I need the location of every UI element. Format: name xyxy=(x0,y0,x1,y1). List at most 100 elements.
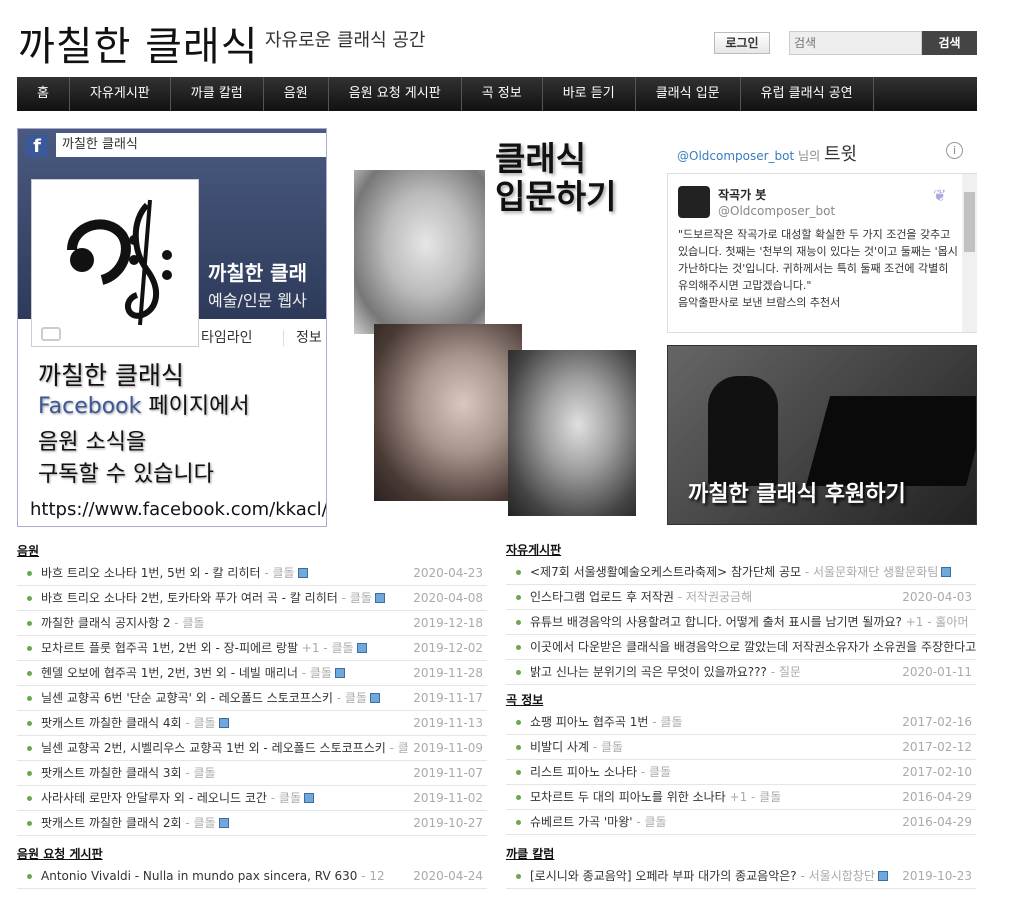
info-icon[interactable]: i xyxy=(946,142,963,159)
nav-column[interactable]: 까클 칼럼 xyxy=(171,77,264,111)
nav-home[interactable]: 홈 xyxy=(17,77,70,111)
list-item-title-text[interactable]: Antonio Vivaldi - Nulla in mundo pax sin… xyxy=(41,869,357,883)
list-item-title[interactable]: 비발디 사계 - 클돌 xyxy=(530,735,623,759)
list-item-title[interactable]: <제7회 서울생활예술오케스트라축제> 참가단체 공모 - 서울문화재단 생활문… xyxy=(530,560,952,584)
list-item-title[interactable]: 까칠한 클래식 공지사항 2 - 클돌 xyxy=(41,611,205,635)
list-item-title[interactable]: 헨델 오보에 협주곡 1번, 2번, 3번 외 - 네빌 매리너 - 클돌 xyxy=(41,661,345,685)
list-item[interactable]: Antonio Vivaldi - Nulla in mundo pax sin… xyxy=(17,864,487,889)
list-item-title[interactable]: 닐센 교향곡 6번 '단순 교향곡' 외 - 레오폴드 스토코프스키 - 클돌 xyxy=(41,686,381,710)
nav-piece-info[interactable]: 곡 정보 xyxy=(462,77,543,111)
list-item-title[interactable]: 리스트 피아노 소나타 - 클돌 xyxy=(530,760,671,784)
list-item[interactable]: 팟캐스트 까칠한 클래식 2회 - 클돌 2019-10-27 xyxy=(17,811,487,836)
list-item-title-text[interactable]: 모차르트 플룻 협주곡 1번, 2번 외 - 장-피에르 랑팔 xyxy=(41,641,298,655)
sponsor-banner[interactable]: 까칠한 클래식 후원하기 xyxy=(667,345,977,525)
list-item[interactable]: 모차르트 두 대의 피아노를 위한 소나타 +1 - 클돌 2016-04-29 xyxy=(506,785,976,810)
tweet-scrollbar-thumb[interactable] xyxy=(964,192,975,252)
list-item-title[interactable]: 유튜브 배경음악의 사용할려고 합니다. 어떻게 출처 표시를 남기면 될까요?… xyxy=(530,610,969,634)
nav-listen[interactable]: 바로 듣기 xyxy=(543,77,636,111)
list-item[interactable]: 밝고 신나는 분위기의 곡은 무엇이 있을까요??? - 질문 2020-01-1… xyxy=(506,660,976,685)
list-item-title-text[interactable]: 팟캐스트 까칠한 클래식 4회 xyxy=(41,716,182,730)
tweet-author-handle[interactable]: @Oldcomposer_bot xyxy=(718,204,835,218)
login-button[interactable]: 로그인 xyxy=(714,32,770,54)
tweet-author-name[interactable]: 작곡가 봇 xyxy=(718,186,766,203)
list-item-title-text[interactable]: 닐센 교향곡 2번, 시벨리우스 교향곡 1번 외 - 레오폴드 스토코프스키 xyxy=(41,741,386,755)
nav-free-board[interactable]: 자유게시판 xyxy=(70,77,171,111)
list-item-title[interactable]: Antonio Vivaldi - Nulla in mundo pax sin… xyxy=(41,864,385,888)
list-item-title-text[interactable]: 닐센 교향곡 6번 '단순 교향곡' 외 - 레오폴드 스토코프스키 xyxy=(41,691,333,705)
list-item[interactable]: 헨델 오보에 협주곡 1번, 2번, 3번 외 - 네빌 매리너 - 클돌 201… xyxy=(17,661,487,686)
section-title[interactable]: 까클 칼럼 xyxy=(506,844,976,864)
list-item-title[interactable]: 모차르트 두 대의 피아노를 위한 소나타 +1 - 클돌 xyxy=(530,785,781,809)
list-item[interactable]: [로시니와 종교음악] 오페라 부파 대가의 종교음악은? - 서울시합창단 20… xyxy=(506,864,976,889)
list-item[interactable]: 인스타그램 업로드 후 저작권 - 저작권궁금해 2020-04-03 xyxy=(506,585,976,610)
list-item[interactable]: 바흐 트리오 소나타 2번, 토카타와 푸가 여러 곡 - 칼 리히터 - 클돌… xyxy=(17,586,487,611)
list-item[interactable]: 바흐 트리오 소나타 1번, 5번 외 - 칼 리히터 - 클돌 2020-04-… xyxy=(17,561,487,586)
search-input[interactable] xyxy=(789,31,922,55)
twitter-handle-link[interactable]: @Oldcomposer_bot xyxy=(677,149,794,163)
list-item-title[interactable]: 닐센 교향곡 2번, 시벨리우스 교향곡 1번 외 - 레오폴드 스토코프스키 … xyxy=(41,736,433,760)
list-item-title-text[interactable]: 밝고 신나는 분위기의 곡은 무엇이 있을까요??? xyxy=(530,665,767,679)
list-item[interactable]: 닐센 교향곡 2번, 시벨리우스 교향곡 1번 외 - 레오폴드 스토코프스키 … xyxy=(17,736,487,761)
list-item[interactable]: 쇼팽 피아노 협주곡 1번 - 클돌 2017-02-16 xyxy=(506,710,976,735)
nav-europe-concerts[interactable]: 유럽 클래식 공연 xyxy=(741,77,874,111)
list-item-title[interactable]: 이곳에서 다운받은 클래식을 배경음악으로 깔았는데 저작권소유자가 소유권을 … xyxy=(530,635,976,659)
list-item[interactable]: 팟캐스트 까칠한 클래식 4회 - 클돌 2019-11-13 xyxy=(17,711,487,736)
list-item-title-text[interactable]: 인스타그램 업로드 후 저작권 xyxy=(530,590,674,604)
list-item-title-text[interactable]: 사라사테 로만자 안달루자 외 - 레오니드 코간 xyxy=(41,791,267,805)
list-item-title-text[interactable]: 이곳에서 다운받은 클래식을 배경음악으로 깔았는데 저작권소유자가 소유권을 … xyxy=(530,640,976,654)
list-item-title-text[interactable]: <제7회 서울생활예술오케스트라축제> 참가단체 공모 xyxy=(530,565,801,579)
section-title[interactable]: 자유게시판 xyxy=(506,540,976,560)
list-item-title-text[interactable]: 바흐 트리오 소나타 2번, 토카타와 푸가 여러 곡 - 칼 리히터 xyxy=(41,591,338,605)
list-item[interactable]: 닐센 교향곡 6번 '단순 교향곡' 외 - 레오폴드 스토코프스키 - 클돌 2… xyxy=(17,686,487,711)
section-title[interactable]: 곡 정보 xyxy=(506,690,976,710)
list-item-title[interactable]: 바흐 트리오 소나타 2번, 토카타와 푸가 여러 곡 - 칼 리히터 - 클돌 xyxy=(41,586,385,610)
twitter-avatar[interactable] xyxy=(678,186,710,218)
list-item-title[interactable]: 팟캐스트 까칠한 클래식 2회 - 클돌 xyxy=(41,811,229,835)
list-item-title-text[interactable]: 팟캐스트 까칠한 클래식 3회 xyxy=(41,766,182,780)
classic-intro-title[interactable]: 클래식 입문하기 xyxy=(495,140,616,216)
list-item-title-text[interactable]: 모차르트 두 대의 피아노를 위한 소나타 xyxy=(530,790,726,804)
list-item-title-text[interactable]: 쇼팽 피아노 협주곡 1번 xyxy=(530,715,648,729)
search-button[interactable]: 검색 xyxy=(922,31,977,55)
list-item-title-text[interactable]: 리스트 피아노 소나타 xyxy=(530,765,637,779)
list-item-title-text[interactable]: 바흐 트리오 소나타 1번, 5번 외 - 칼 리히터 xyxy=(41,566,261,580)
list-item[interactable]: 비발디 사계 - 클돌 2017-02-12 xyxy=(506,735,976,760)
list-item[interactable]: 슈베르트 가곡 '마왕' - 클돌 2016-04-29 xyxy=(506,810,976,835)
list-item-title[interactable]: 바흐 트리오 소나타 1번, 5번 외 - 칼 리히터 - 클돌 xyxy=(41,561,308,585)
list-item-title-text[interactable]: [로시니와 종교음악] 오페라 부파 대가의 종교음악은? xyxy=(530,869,797,883)
list-item-title-text[interactable]: 까칠한 클래식 공지사항 2 xyxy=(41,616,170,630)
twitter-bird-icon[interactable]: ❦ xyxy=(933,186,946,205)
nav-request-board[interactable]: 음원 요청 게시판 xyxy=(329,77,462,111)
facebook-banner[interactable]: f 까칠한 클래식 까칠한 클래 예술/인문 웹사 타임라인 정보 까칠한 클래… xyxy=(17,128,327,527)
list-item[interactable]: 팟캐스트 까칠한 클래식 3회 - 클돌 2019-11-07 xyxy=(17,761,487,786)
list-item-title[interactable]: 밝고 신나는 분위기의 곡은 무엇이 있을까요??? - 질문 xyxy=(530,660,801,684)
composer-photo-conductor[interactable] xyxy=(374,324,522,501)
list-item-title[interactable]: 인스타그램 업로드 후 저작권 - 저작권궁금해 xyxy=(530,585,752,609)
list-item[interactable]: 사라사테 로만자 안달루자 외 - 레오니드 코간 - 클돌 2019-11-02 xyxy=(17,786,487,811)
section-title[interactable]: 음원 요청 게시판 xyxy=(17,844,487,864)
list-item[interactable]: <제7회 서울생활예술오케스트라축제> 참가단체 공모 - 서울문화재단 생활문… xyxy=(506,560,976,585)
nav-music[interactable]: 음원 xyxy=(264,77,329,111)
facebook-url[interactable]: https://www.facebook.com/kkacl/ xyxy=(30,499,326,520)
nav-classic-intro[interactable]: 클래식 입문 xyxy=(636,77,741,111)
list-item[interactable]: 리스트 피아노 소나타 - 클돌 2017-02-10 xyxy=(506,760,976,785)
list-item-title[interactable]: 슈베르트 가곡 '마왕' - 클돌 xyxy=(530,810,667,834)
list-item-title-text[interactable]: 비발디 사계 xyxy=(530,740,589,754)
list-item-title-text[interactable]: 헨델 오보에 협주곡 1번, 2번, 3번 외 - 네빌 매리너 xyxy=(41,666,298,680)
list-item[interactable]: 까칠한 클래식 공지사항 2 - 클돌 2019-12-18 xyxy=(17,611,487,636)
list-item[interactable]: 유튜브 배경음악의 사용할려고 합니다. 어떻게 출처 표시를 남기면 될까요?… xyxy=(506,610,976,635)
list-item-title-text[interactable]: 슈베르트 가곡 '마왕' xyxy=(530,815,633,829)
list-item-title[interactable]: 팟캐스트 까칠한 클래식 4회 - 클돌 xyxy=(41,711,229,735)
list-item-title[interactable]: 모차르트 플룻 협주곡 1번, 2번 외 - 장-피에르 랑팔 +1 - 클돌 xyxy=(41,636,367,660)
section-title[interactable]: 음원 xyxy=(17,541,487,561)
site-logo[interactable]: 까칠한 클래식 xyxy=(18,14,259,72)
composer-photo-woman[interactable] xyxy=(354,170,485,334)
list-item-title[interactable]: 사라사테 로만자 안달루자 외 - 레오니드 코간 - 클돌 xyxy=(41,786,314,810)
list-item[interactable]: 이곳에서 다운받은 클래식을 배경음악으로 깔았는데 저작권소유자가 소유권을 … xyxy=(506,635,976,660)
composer-photo-karajan[interactable] xyxy=(508,350,636,516)
list-item-title[interactable]: 팟캐스트 까칠한 클래식 3회 - 클돌 xyxy=(41,761,216,785)
list-item-title[interactable]: 쇼팽 피아노 협주곡 1번 - 클돌 xyxy=(530,710,683,734)
list-item-title[interactable]: [로시니와 종교음악] 오페라 부파 대가의 종교음악은? - 서울시합창단 xyxy=(530,864,888,888)
list-item-title-text[interactable]: 유튜브 배경음악의 사용할려고 합니다. 어떻게 출처 표시를 남기면 될까요? xyxy=(530,615,902,629)
list-item[interactable]: 모차르트 플룻 협주곡 1번, 2번 외 - 장-피에르 랑팔 +1 - 클돌 2… xyxy=(17,636,487,661)
